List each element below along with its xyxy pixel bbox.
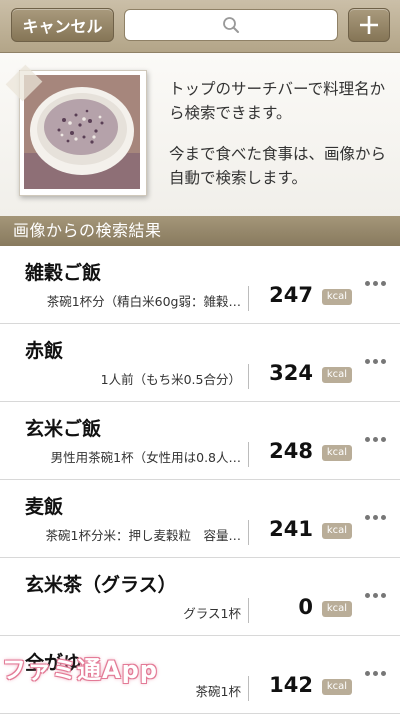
calorie-value: 142 [269, 673, 313, 697]
meal-photo-image [24, 75, 140, 189]
calorie-value: 324 [269, 361, 313, 385]
kcal-badge: kcal [322, 601, 352, 617]
search-bar[interactable] [124, 9, 338, 41]
more-icon[interactable] [365, 512, 389, 522]
kcal-badge: kcal [322, 445, 352, 461]
info-line-auto: 今まで食べた食事は、画像から自動で検索します。 [169, 145, 387, 187]
search-input[interactable] [125, 10, 337, 40]
divider [248, 676, 249, 701]
more-icon[interactable] [365, 590, 389, 600]
more-icon[interactable] [365, 434, 389, 444]
kcal-badge: kcal [322, 367, 352, 383]
divider [248, 598, 249, 623]
watermark-logo: ファミ通App [2, 656, 158, 684]
food-name: 雑穀ご飯 [25, 262, 102, 284]
section-header: 画像からの検索結果 [0, 216, 400, 246]
kcal-badge: kcal [322, 679, 352, 695]
calorie-value: 247 [269, 283, 313, 307]
more-icon[interactable] [365, 668, 389, 678]
portion-text: 茶碗1杯 [195, 684, 241, 699]
list-item[interactable]: 雑穀ご飯 茶碗1杯分（精白米60g弱：雑穀… 247 kcal [0, 246, 400, 324]
calorie-value: 0 [298, 595, 313, 619]
divider [248, 442, 249, 467]
list-item[interactable]: 麦飯 茶碗1杯分米：押し麦穀粒 容量… 241 kcal [0, 480, 400, 558]
info-panel: トップのサーチバーで料理名から検索できます。 今まで食べた食事は、画像から自動で… [0, 53, 400, 216]
results-list: 雑穀ご飯 茶碗1杯分（精白米60g弱：雑穀… 247 kcal 赤飯 1人前（も… [0, 246, 400, 714]
portion-text: 1人前（もち米0.5合分） [100, 372, 241, 387]
more-icon[interactable] [365, 356, 389, 366]
add-button[interactable] [348, 8, 390, 42]
calorie-value: 241 [269, 517, 313, 541]
info-text: トップのサーチバーで料理名から検索できます。 今まで食べた食事は、画像から自動で… [169, 77, 394, 207]
navigation-bar: キャンセル [0, 0, 400, 53]
food-name: 麦飯 [25, 496, 64, 518]
cancel-button[interactable]: キャンセル [11, 8, 114, 42]
list-item[interactable]: 赤飯 1人前（もち米0.5合分） 324 kcal [0, 324, 400, 402]
calorie-value: 248 [269, 439, 313, 463]
kcal-badge: kcal [322, 523, 352, 539]
more-icon[interactable] [365, 278, 389, 288]
list-item[interactable]: 玄米茶（グラス） グラス1杯 0 kcal [0, 558, 400, 636]
list-item[interactable]: 玄米ご飯 男性用茶碗1杯（女性用は0.8人… 248 kcal [0, 402, 400, 480]
divider [248, 364, 249, 389]
divider [248, 286, 249, 311]
info-line-search: トップのサーチバーで料理名から検索できます。 [169, 80, 386, 122]
food-name: 玄米茶（グラス） [25, 574, 177, 596]
food-name: 玄米ご飯 [25, 418, 102, 440]
meal-photo[interactable] [19, 70, 147, 196]
plus-icon [360, 16, 378, 34]
portion-text: グラス1杯 [183, 606, 241, 621]
food-name: 赤飯 [25, 340, 64, 362]
portion-text: 男性用茶碗1杯（女性用は0.8人… [50, 450, 241, 465]
kcal-badge: kcal [322, 289, 352, 305]
portion-text: 茶碗1杯分米：押し麦穀粒 容量… [45, 528, 241, 543]
divider [248, 520, 249, 545]
portion-text: 茶碗1杯分（精白米60g弱：雑穀… [46, 294, 241, 309]
